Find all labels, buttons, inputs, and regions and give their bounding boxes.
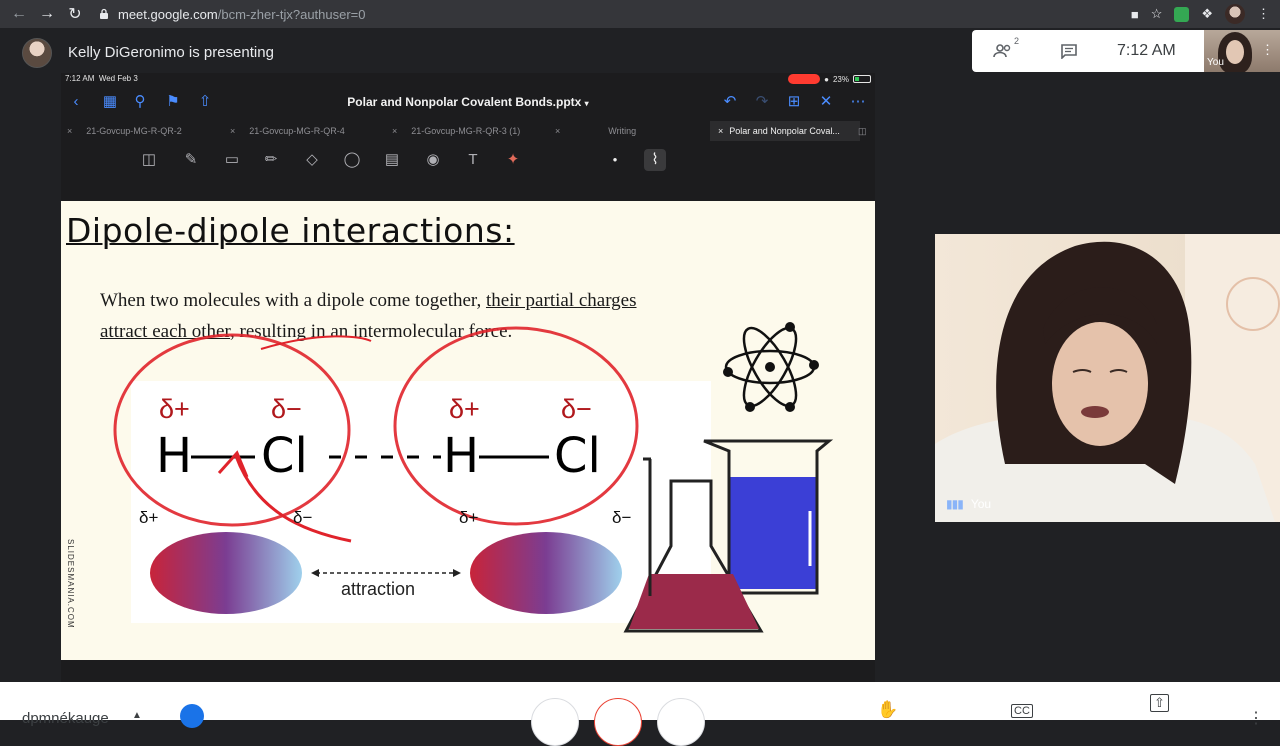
tab-close-icon[interactable]: × [230,126,235,136]
pen-icon[interactable]: ✎ [180,149,202,171]
participant-name: You [970,497,992,511]
document-tabs: × 21-Govcup-MG-R-QR-2 × 21-Govcup-MG-R-QR-… [61,121,875,141]
small-delta-minus: δ− [612,508,632,527]
browser-toolbar: ← → ↻ meet.google.com/bcm-zher-tjx?authu… [0,0,1280,28]
shapes-icon[interactable]: ◇ [301,149,323,171]
extension-icon[interactable] [1174,6,1190,22]
doc-tab[interactable]: × Writing [555,121,705,141]
stroke-style-icon[interactable]: ⌇ [644,149,666,171]
people-count-badge: 2 [1013,36,1019,46]
doc-tab[interactable]: × 21-Govcup-MG-R-QR-2 [67,121,182,141]
add-page-icon[interactable]: ⊞ [785,93,803,111]
attraction-label: attraction [341,579,416,599]
self-view-label: You [1207,57,1224,68]
small-delta-minus: δ− [293,508,313,527]
wifi-icon: ● [824,74,829,84]
puzzle-extensions-icon[interactable]: ❖ [1201,6,1213,22]
redo-icon[interactable]: ↷ [753,93,771,111]
url-path: /bcm-zher-tjx?authuser=0 [217,6,366,22]
battery-percent: 23% [832,74,849,84]
microphone-button[interactable] [531,698,579,746]
dipole-molecule-right [470,532,622,614]
camera-icon[interactable]: ◉ [422,149,444,171]
lasso-icon[interactable]: ◯ [341,149,363,171]
more-menu-icon[interactable]: ⋮ [1257,6,1270,22]
laser-pointer-icon[interactable]: ✦ [502,149,524,171]
text-box-icon[interactable]: T [462,149,484,171]
raise-hand-icon[interactable]: ✋ [877,700,898,720]
app-toolbar: ‹ ▦ ⚲ ⚑ ⇧ Polar and Nonpolar Covalent Bo… [61,87,875,119]
leave-call-button[interactable] [594,698,642,746]
annotation-arrow [234,455,352,543]
security-shield-icon[interactable] [180,704,204,728]
presenter-status: Kelly DiGeronimo is presenting [68,44,274,61]
image-icon[interactable]: ▤ [381,149,403,171]
reload-icon[interactable]: ↻ [62,1,88,27]
audio-level-icon: ▮▮▮ [946,497,964,511]
annotation-circle-left [113,333,351,527]
beaker-liquid [729,477,817,589]
reader-icon[interactable]: ◫ [138,149,160,171]
participant-video [935,234,1280,522]
lock-icon [100,8,108,19]
meeting-clock: 7:12 AM [1117,42,1176,59]
slide-canvas: Dipole-dipole interactions: When two mol… [61,201,875,660]
people-icon[interactable]: 2 [989,36,1019,66]
highlighter-icon[interactable]: ✏ [260,149,282,171]
participant-name-tag: ▮▮▮ You [946,497,991,511]
tab-overview-icon[interactable]: ◫ [858,121,867,141]
meet-header: Kelly DiGeronimo is presenting [0,28,960,76]
close-x-icon[interactable]: ✕ [817,93,835,111]
captions-icon[interactable]: CC [1011,704,1033,718]
camera-button[interactable] [657,698,705,746]
meeting-code[interactable]: dpmnékauge [22,710,109,727]
forward-icon[interactable]: → [34,1,60,27]
doc-tab[interactable]: × 21-Govcup-MG-R-QR-3 (1) [392,121,520,141]
bookmark-star-icon[interactable]: ☆ [1151,6,1163,22]
ipad-time: 7:12 AM [65,74,95,83]
small-delta-plus: δ+ [139,508,159,527]
self-view-menu-icon[interactable]: ⋮ [1261,42,1274,58]
chevron-up-icon[interactable]: ▲ [132,710,142,721]
address-bar[interactable]: meet.google.com/bcm-zher-tjx?authuser=0 [98,3,366,25]
ipad-status-bar: 7:12 AM Wed Feb 3 ● 23% [61,73,875,85]
ipad-date: Wed Feb 3 [98,74,138,83]
back-icon[interactable]: ← [6,1,32,27]
presenter-avatar [22,38,52,68]
self-view-thumbnail[interactable]: You ⋮ [1204,30,1280,72]
slide-drawing [113,322,834,633]
doc-tab[interactable]: × 21-Govcup-MG-R-QR-4 [230,121,345,141]
meeting-controls-bar: dpmnékauge ▲ ✋ CC ⇧ ⋮ [0,682,1280,746]
battery-icon [853,75,871,83]
annotation-circle-right [393,326,639,526]
more-options-icon[interactable]: ⋮ [1248,708,1264,728]
url-host: meet.google.com [118,6,218,22]
annotation-tools: ◫ ✎ ▭ ✏ ◇ ◯ ▤ ◉ T ✦ ● ⌇ [61,145,875,177]
undo-icon[interactable]: ↶ [721,93,739,111]
chat-icon[interactable] [1054,36,1084,66]
tab-close-icon[interactable]: × [555,126,560,136]
atom-icon [723,322,819,412]
screen-record-indicator [788,74,821,84]
present-now-icon[interactable]: ⇧ [1150,694,1169,712]
tab-close-icon[interactable]: × [67,126,72,136]
self-face [1226,40,1244,64]
participant-video-tile[interactable] [935,234,1280,522]
small-delta-plus: δ+ [459,508,479,527]
profile-avatar[interactable] [1225,4,1245,24]
pen-size-dot-icon[interactable]: ● [604,149,626,171]
eraser-icon[interactable]: ▭ [221,149,243,171]
tab-close-icon[interactable]: × [718,126,723,136]
camera-indicator-icon[interactable]: ■ [1131,7,1139,22]
doc-tab-active[interactable]: × Polar and Nonpolar Coval... [710,121,860,141]
tab-close-icon[interactable]: × [392,126,397,136]
meeting-info-panel: 2 7:12 AM [972,30,1204,72]
dipole-molecule-left [150,532,302,614]
more-dots-icon[interactable]: ⋯ [849,93,867,111]
